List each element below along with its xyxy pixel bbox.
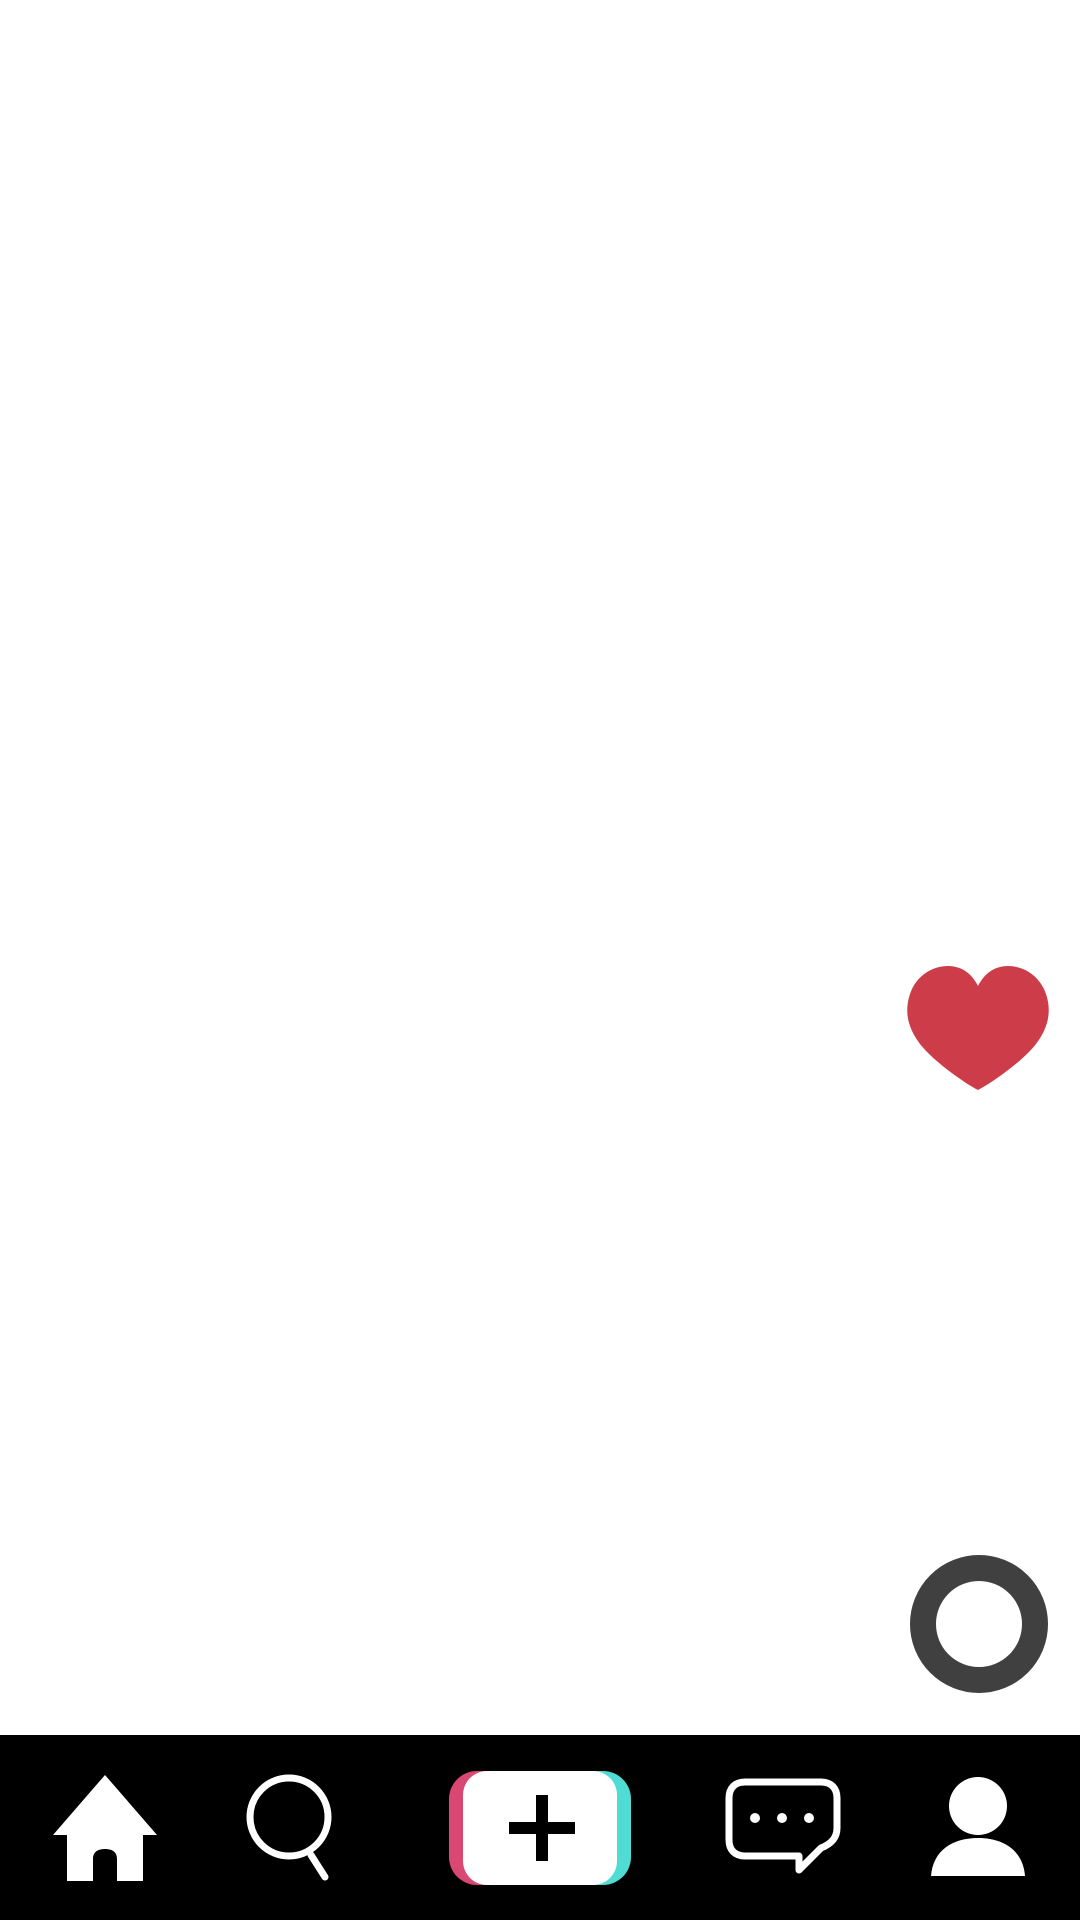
nav-discover[interactable]: [225, 1735, 355, 1920]
app-screen: [0, 0, 1080, 1920]
nav-home[interactable]: [40, 1735, 170, 1920]
chat-bubble-icon: [725, 1778, 841, 1873]
nav-profile[interactable]: [913, 1735, 1043, 1920]
disc-icon: [910, 1555, 1048, 1693]
home-icon: [53, 1774, 157, 1881]
search-icon: [246, 1774, 332, 1880]
plus-icon: [449, 1770, 631, 1885]
video-feed[interactable]: [0, 0, 1080, 1735]
person-icon: [931, 1776, 1025, 1876]
heart-icon: [907, 966, 1049, 1090]
nav-inbox[interactable]: [718, 1735, 848, 1920]
create-button[interactable]: [445, 1735, 635, 1920]
music-disc[interactable]: [908, 1553, 1050, 1695]
like-button[interactable]: [906, 964, 1050, 1092]
bottom-nav: [0, 1735, 1080, 1920]
